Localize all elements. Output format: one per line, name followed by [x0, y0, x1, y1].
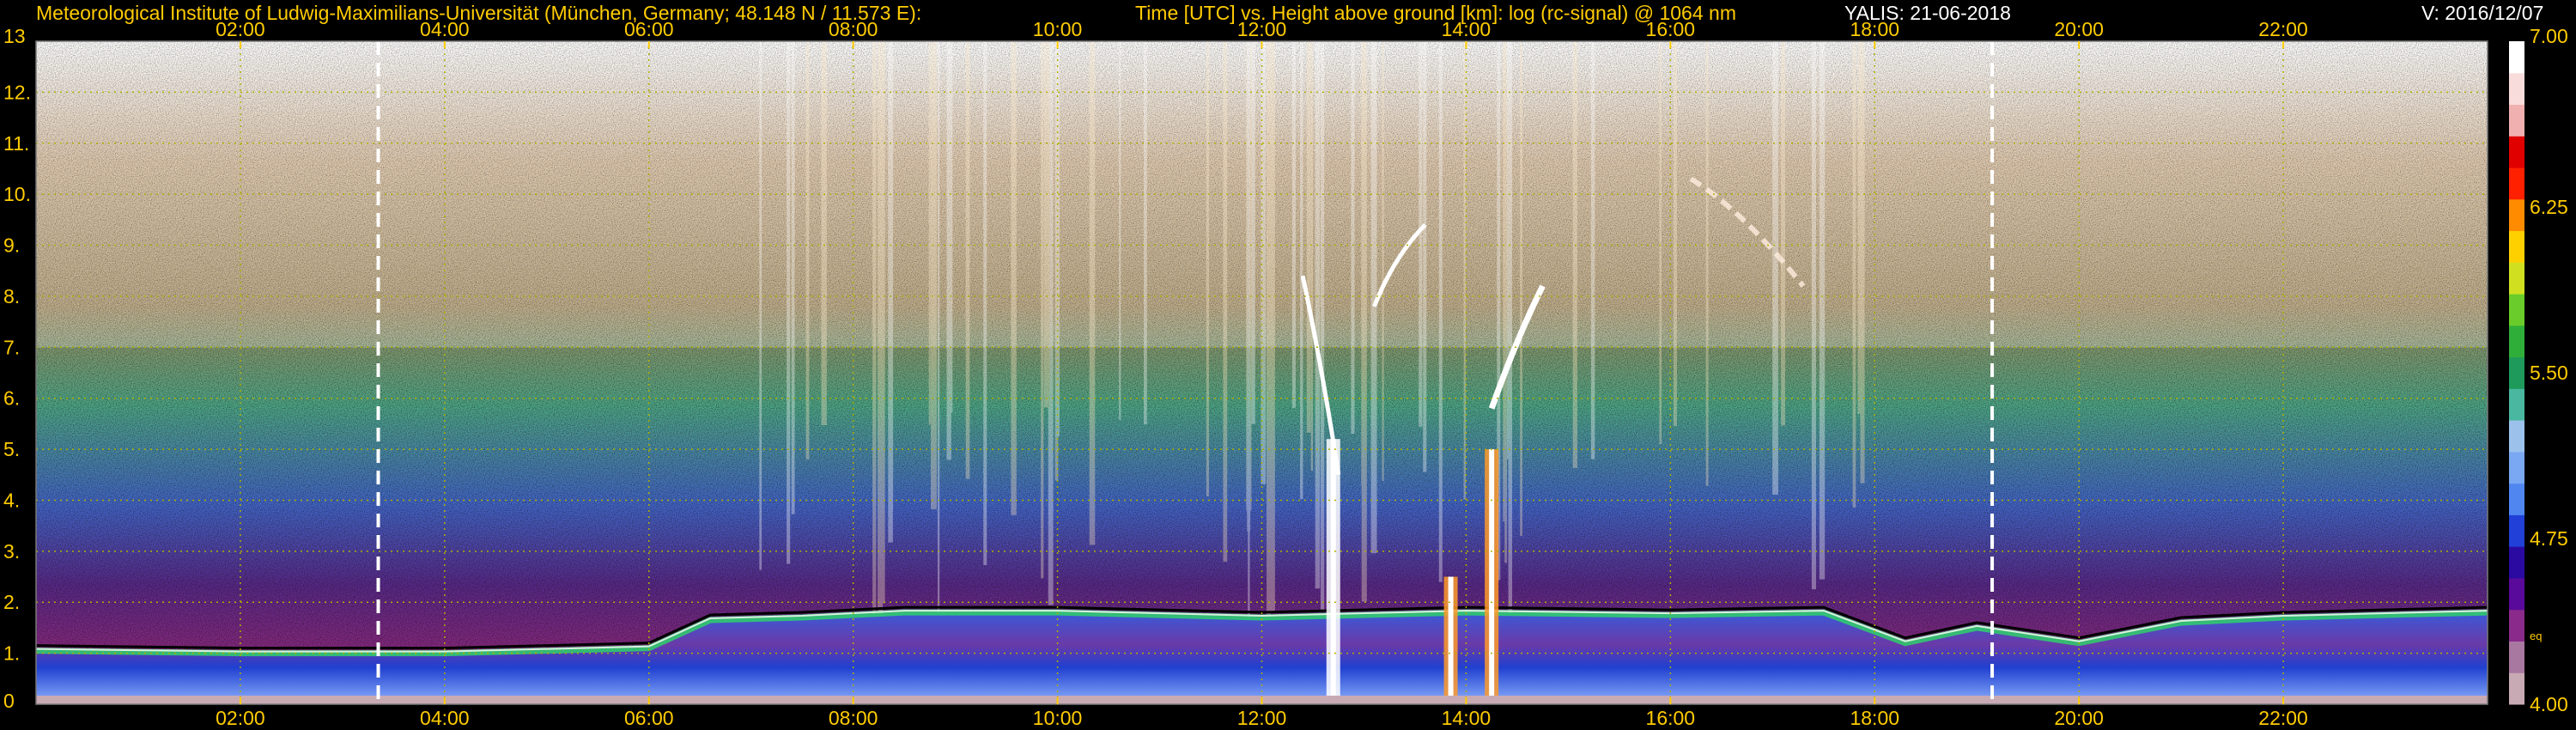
x-tick-label-bottom: 08:00	[829, 707, 878, 729]
plume-core	[1330, 439, 1336, 704]
colorbar-segment	[2509, 420, 2524, 453]
x-tick-label-bottom: 18:00	[1850, 707, 1899, 729]
x-tick-label-top: 04:00	[420, 18, 470, 40]
colorbar-segment	[2509, 641, 2524, 673]
plume-core	[1489, 449, 1495, 704]
x-tick-label-bottom: 10:00	[1033, 707, 1083, 729]
y-tick-label: 4.	[3, 489, 20, 511]
y-tick-label: 7.	[3, 336, 20, 358]
x-tick-label-bottom: 04:00	[420, 707, 470, 729]
y-tick-label: 13	[3, 25, 26, 47]
y-tick-label: 6.	[3, 387, 20, 410]
y-tick-label: 2.	[3, 591, 20, 613]
y-tick-label: 9.	[3, 234, 20, 257]
y-tick-label: 0	[3, 690, 15, 712]
colorbar-segment	[2509, 388, 2524, 421]
x-tick-label-top: 08:00	[829, 18, 878, 40]
y-tick-label: 12.	[3, 81, 31, 103]
x-tick-label-top: 16:00	[1646, 18, 1696, 40]
x-tick-label-top: 02:00	[216, 18, 265, 40]
colorbar-segment	[2509, 609, 2524, 642]
x-tick-label-top: 10:00	[1033, 18, 1083, 40]
colorbar-segment	[2509, 72, 2524, 106]
y-tick-label: 8.	[3, 285, 20, 307]
colorbar-segment	[2509, 230, 2524, 263]
colorbar-tick-label: 5.50	[2530, 362, 2568, 384]
y-tick-label: 5.	[3, 438, 20, 460]
x-tick-label-bottom: 14:00	[1442, 707, 1492, 729]
colorbar-unit-label: eq	[2530, 630, 2542, 642]
x-tick-label-top: 22:00	[2258, 18, 2308, 40]
colorbar: 7.00 6.25 5.50 4.75 4.00 eq	[2509, 25, 2568, 715]
y-tick-label: 11.	[3, 132, 29, 155]
colorbar-segment	[2509, 546, 2524, 579]
colorbar-segment	[2509, 451, 2524, 484]
x-tick-label-top: 06:00	[624, 18, 674, 40]
x-tick-label-bottom: 16:00	[1646, 707, 1696, 729]
colorbar-segment	[2509, 577, 2524, 611]
colorbar-segment	[2509, 262, 2524, 295]
y-tick-label: 3.	[3, 540, 20, 563]
x-tick-label-top: 20:00	[2054, 18, 2104, 40]
y-tick-label: 1.	[3, 642, 20, 665]
x-tick-label-bottom: 22:00	[2258, 707, 2308, 729]
colorbar-tick-label: 6.25	[2530, 196, 2568, 218]
x-tick-label-bottom: 12:00	[1237, 707, 1287, 729]
colorbar-segment	[2509, 104, 2524, 137]
x-tick-label-bottom: 02:00	[216, 707, 265, 729]
x-tick-label-top: 14:00	[1442, 18, 1492, 40]
x-tick-label-bottom: 06:00	[624, 707, 674, 729]
colorbar-segment	[2509, 294, 2524, 326]
colorbar-tick-label: 7.00	[2530, 25, 2568, 47]
colorbar-segment	[2509, 198, 2524, 232]
colorbar-tick-label: 4.75	[2530, 527, 2568, 550]
x-tick-label-top: 18:00	[1850, 18, 1899, 40]
x-tick-label-top: 12:00	[1237, 18, 1287, 40]
colorbar-tick-label: 4.00	[2530, 693, 2568, 715]
colorbar-segment	[2509, 514, 2524, 547]
colorbar-segment	[2509, 672, 2524, 705]
colorbar-segment	[2509, 483, 2524, 515]
lidar-chart: 02:00 02:00 04:00 04:00 06:00 06:00 08:00 08:00…	[3, 18, 2568, 729]
colorbar-segment	[2509, 325, 2524, 358]
plume-core	[1448, 576, 1454, 704]
x-tick-label-bottom: 20:00	[2054, 707, 2104, 729]
colorbar-segment	[2509, 356, 2524, 389]
y-tick-label: 10.	[3, 183, 31, 205]
colorbar-segment	[2509, 136, 2524, 168]
colorbar-segment	[2509, 41, 2524, 74]
colorbar-segment	[2509, 167, 2524, 200]
